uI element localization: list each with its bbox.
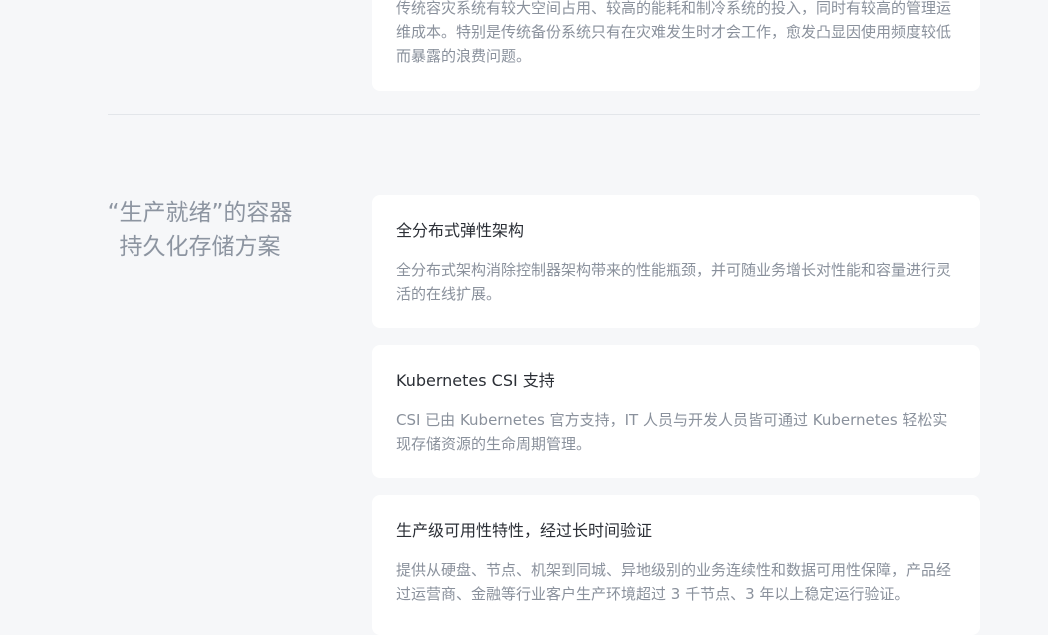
feature-title: Kubernetes CSI 支持 — [396, 371, 555, 390]
section-title-line-1: “生产就绪”的容器 — [107, 200, 293, 226]
feature-card-kubernetes-csi: Kubernetes CSI 支持 CSI 已由 Kubernetes 官方支持… — [372, 345, 980, 478]
section-title-line-2: 持久化存储方案 — [119, 234, 281, 260]
section-title: “生产就绪”的容器 持久化存储方案 — [90, 196, 310, 264]
feature-description: 全分布式架构消除控制器架构带来的性能瓶颈，并可随业务增长对性能和容量进行灵活的在… — [396, 261, 952, 303]
feature-card-production-availability: 生产级可用性特性，经过长时间验证 提供从硬盘、节点、机架到同城、异地级别的业务连… — [372, 495, 980, 635]
feature-description: CSI 已由 Kubernetes 官方支持，IT 人员与开发人员皆可通过 Ku… — [396, 411, 948, 453]
feature-card-distributed-architecture: 全分布式弹性架构 全分布式架构消除控制器架构带来的性能瓶颈，并可随业务增长对性能… — [372, 195, 980, 328]
card-description: 传统容灾系统有较大空间占用、较高的能耗和制冷系统的投入，同时有较高的管理运维成本… — [396, 0, 952, 65]
section-divider — [108, 114, 980, 115]
feature-title: 全分布式弹性架构 — [396, 221, 525, 240]
feature-description: 提供从硬盘、节点、机架到同城、异地级别的业务连续性和数据可用性保障，产品经过运营… — [396, 561, 952, 603]
feature-title: 生产级可用性特性，经过长时间验证 — [396, 521, 653, 540]
disaster-recovery-card: 传统容灾系统有较大空间占用、较高的能耗和制冷系统的投入，同时有较高的管理运维成本… — [372, 0, 980, 91]
